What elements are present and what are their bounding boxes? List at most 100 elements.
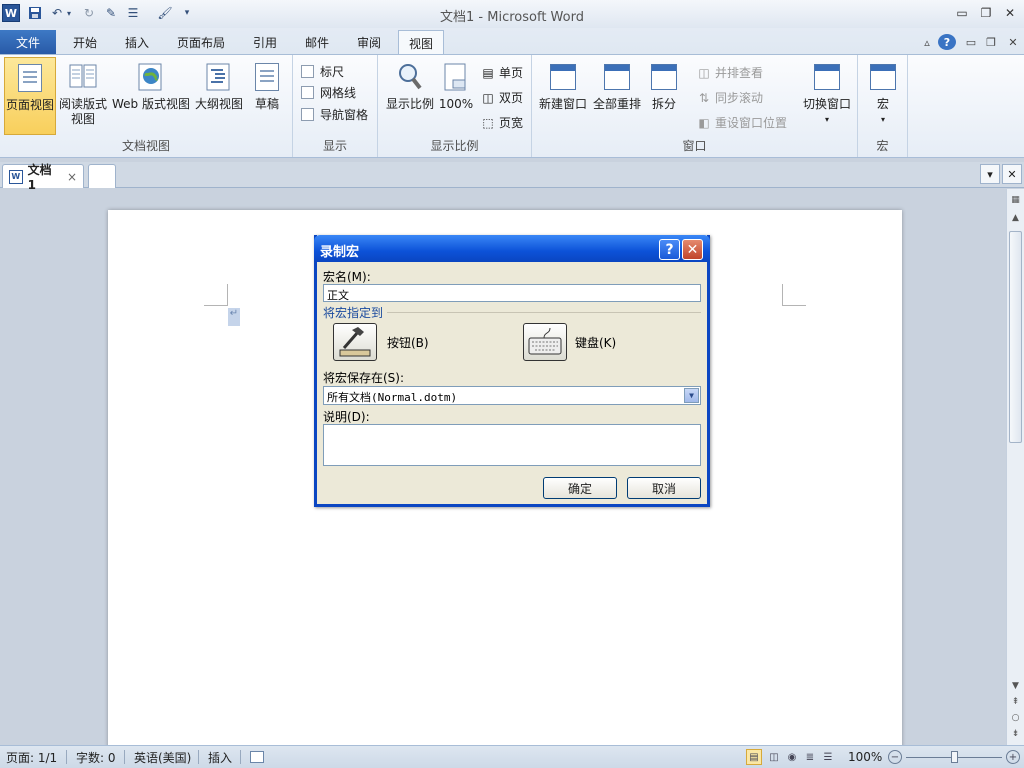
- zoom-out-icon[interactable]: −: [888, 750, 902, 764]
- cancel-button[interactable]: 取消: [627, 477, 701, 499]
- gridlines-checkbox[interactable]: 网格线: [301, 84, 356, 101]
- tab-file[interactable]: 文件: [0, 30, 56, 55]
- assign-to-button-button[interactable]: [333, 323, 377, 361]
- tab-page-layout[interactable]: 页面布局: [170, 30, 232, 55]
- next-page-icon[interactable]: ⇟: [1008, 727, 1023, 741]
- ruler-checkbox[interactable]: 标尺: [301, 63, 344, 80]
- macro-recording-icon[interactable]: [250, 751, 264, 763]
- zoom-slider-thumb[interactable]: [951, 751, 958, 763]
- view-side-by-side-button[interactable]: ◫ 并排查看: [696, 64, 763, 81]
- outline-view-icon[interactable]: ≣: [802, 749, 818, 765]
- zoom-100-icon: [441, 61, 471, 93]
- zoom-100-button[interactable]: 100%: [438, 57, 474, 135]
- tab-references[interactable]: 引用: [244, 30, 286, 55]
- store-macro-select[interactable]: 所有文档(Normal.dotm) ▼: [323, 386, 701, 405]
- close-window-icon[interactable]: ✕: [998, 4, 1022, 22]
- zoom-button[interactable]: 显示比例: [382, 57, 438, 135]
- tab-mailings[interactable]: 邮件: [296, 30, 338, 55]
- scroll-up-icon[interactable]: ▲: [1008, 211, 1023, 225]
- gridlines-checkbox-box[interactable]: [301, 86, 314, 99]
- description-textarea[interactable]: [323, 424, 701, 466]
- one-page-button[interactable]: ▤ 单页: [480, 64, 523, 81]
- window-title: 文档1 - Microsoft Word: [440, 10, 584, 25]
- status-divider: [124, 750, 125, 764]
- macros-button[interactable]: 宏 ▾: [864, 57, 902, 135]
- zoom-level[interactable]: 100%: [848, 749, 882, 765]
- tab-insert[interactable]: 插入: [114, 30, 160, 55]
- insert-mode-indicator[interactable]: 插入: [208, 749, 232, 765]
- page-width-button[interactable]: ⬚ 页宽: [480, 114, 523, 131]
- sync-scroll-icon: ⇅: [698, 90, 710, 105]
- minimize-icon[interactable]: ▭: [950, 4, 974, 22]
- help-icon[interactable]: ?: [938, 34, 956, 50]
- scroll-down-icon[interactable]: ▼: [1008, 679, 1023, 693]
- doc-minimize-icon[interactable]: ▭: [962, 34, 980, 50]
- two-pages-button[interactable]: ◫ 双页: [480, 89, 523, 106]
- previous-page-icon[interactable]: ⇞: [1008, 695, 1023, 709]
- status-divider: [66, 750, 67, 764]
- close-tab-icon[interactable]: ×: [67, 170, 77, 184]
- print-layout-button[interactable]: 页面视图: [4, 57, 56, 135]
- new-window-button[interactable]: 新建窗口: [536, 57, 590, 135]
- word-app-icon[interactable]: W: [2, 4, 20, 22]
- doc-restore-icon[interactable]: ❐: [982, 34, 1000, 50]
- reading-view-icon[interactable]: ◫: [766, 749, 782, 765]
- dialog-title-bar[interactable]: 录制宏 ? ✕: [314, 235, 710, 262]
- chevron-down-icon[interactable]: ▼: [684, 388, 699, 403]
- one-page-icon: ▤: [482, 65, 494, 80]
- restore-icon[interactable]: ❐: [974, 4, 998, 22]
- full-screen-reading-button[interactable]: 阅读版式 视图: [58, 57, 108, 135]
- group-divider: [387, 312, 701, 313]
- undo-dropdown-icon[interactable]: ▾: [64, 4, 74, 22]
- outline-view-button[interactable]: 大纲视图: [194, 57, 244, 135]
- dialog-help-icon[interactable]: ?: [659, 239, 680, 260]
- ruler-checkbox-box[interactable]: [301, 65, 314, 78]
- document-tab[interactable]: W 文档1 ×: [2, 163, 84, 192]
- edit-icon[interactable]: ✎: [102, 4, 120, 22]
- synchronous-scrolling-button[interactable]: ⇅ 同步滚动: [696, 89, 763, 106]
- print-layout-view-icon[interactable]: ▤: [746, 749, 762, 765]
- macro-name-input[interactable]: 正文: [323, 284, 701, 302]
- zoom-in-icon[interactable]: +: [1006, 750, 1020, 764]
- browse-object-icon[interactable]: ○: [1008, 711, 1023, 725]
- reset-window-position-button[interactable]: ◧ 重设窗口位置: [696, 114, 787, 131]
- minimize-ribbon-icon[interactable]: ▵: [918, 34, 936, 50]
- paragraph-mark: ↵: [228, 308, 240, 326]
- format-painter-icon[interactable]: 🖌: [156, 4, 174, 22]
- page-count[interactable]: 页面: 1/1: [6, 749, 57, 765]
- scrollbar-thumb[interactable]: [1009, 231, 1022, 443]
- split-button[interactable]: 拆分: [646, 57, 682, 135]
- close-document-icon[interactable]: ✕: [1002, 164, 1022, 184]
- web-layout-view-icon[interactable]: ◉: [784, 749, 800, 765]
- customize-quick-access-icon[interactable]: ▾: [178, 4, 196, 22]
- zoom-label: 显示比例: [385, 97, 434, 111]
- draft-view-icon[interactable]: ☰: [820, 749, 836, 765]
- word-count[interactable]: 字数: 0: [76, 749, 116, 765]
- ruler-toggle-icon[interactable]: ▦: [1008, 193, 1023, 207]
- assign-to-keyboard-button[interactable]: [523, 323, 567, 361]
- dialog-close-icon[interactable]: ✕: [682, 239, 703, 260]
- save-icon[interactable]: [26, 4, 44, 22]
- redo-icon[interactable]: ↻: [80, 4, 98, 22]
- vertical-scrollbar[interactable]: ▦ ▲ ▼ ⇞ ○ ⇟: [1006, 189, 1024, 745]
- group-document-views: 页面视图 阅读版式 视图 Web 版式视图 大纲视图 草稿 文档视图: [0, 55, 293, 157]
- web-layout-button[interactable]: Web 版式视图: [110, 57, 192, 135]
- navigation-pane-checkbox[interactable]: 导航窗格: [301, 106, 368, 123]
- tab-home[interactable]: 开始: [62, 30, 108, 55]
- reading-view-icon: [68, 61, 98, 93]
- description-label: 说明(D):: [323, 410, 370, 424]
- layout-icon[interactable]: ☰: [124, 4, 142, 22]
- new-tab-button[interactable]: [88, 164, 116, 188]
- navigation-pane-checkbox-box[interactable]: [301, 108, 314, 121]
- page-width-icon: ⬚: [482, 115, 494, 130]
- tab-view[interactable]: 视图: [398, 30, 444, 56]
- hammer-icon: [339, 327, 371, 357]
- arrange-all-button[interactable]: 全部重排: [590, 57, 644, 135]
- doc-close-icon[interactable]: ✕: [1004, 34, 1022, 50]
- ok-button[interactable]: 确定: [543, 477, 617, 499]
- switch-windows-button[interactable]: 切换窗口 ▾: [800, 57, 854, 135]
- draft-view-button[interactable]: 草稿: [248, 57, 286, 135]
- tab-list-dropdown-icon[interactable]: ▾: [980, 164, 1000, 184]
- language-indicator[interactable]: 英语(美国): [134, 749, 191, 765]
- tab-review[interactable]: 审阅: [348, 30, 390, 55]
